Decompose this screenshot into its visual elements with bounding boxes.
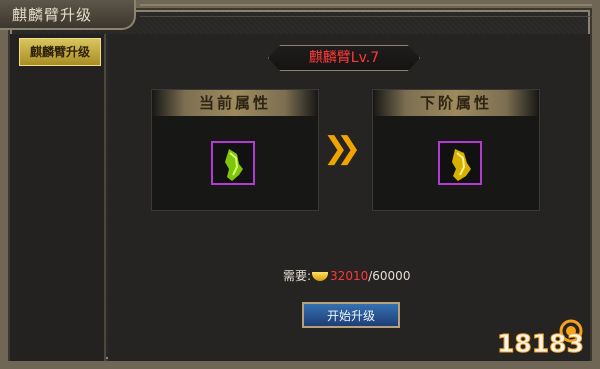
double-arrow-right-icon: ❯❯ bbox=[323, 131, 361, 166]
window-title: 麒麟臂升级 bbox=[0, 0, 136, 30]
qilin-arm-icon bbox=[452, 149, 471, 181]
start-upgrade-button[interactable]: 开始升级 bbox=[302, 302, 400, 328]
18183-logo-icon: 18183 bbox=[497, 319, 584, 359]
upgrade-requirement: 需要: 32010/60000 bbox=[283, 267, 410, 285]
current-attributes-title: 当前属性 bbox=[152, 90, 318, 116]
requirement-total-value: /60000 bbox=[368, 269, 411, 283]
18183-watermark-logo: 18183 bbox=[493, 317, 587, 359]
next-attributes-title: 下阶属性 bbox=[373, 90, 539, 116]
requirement-label: 需要: bbox=[283, 269, 312, 283]
requirement-current-value: 32010 bbox=[330, 269, 369, 283]
svg-text:18183: 18183 bbox=[497, 329, 584, 357]
gold-ingot-icon bbox=[312, 272, 329, 281]
next-item-slot[interactable] bbox=[438, 141, 482, 185]
sidebar bbox=[10, 34, 106, 361]
window-top-ornament bbox=[140, 4, 592, 17]
current-item-slot[interactable] bbox=[211, 141, 255, 185]
sidebar-item-qilin-arm-upgrade[interactable]: 麒麟臂升级 bbox=[19, 38, 101, 66]
level-banner: 麒麟臂Lv.7 bbox=[268, 45, 420, 71]
qilin-arm-icon bbox=[225, 149, 243, 181]
